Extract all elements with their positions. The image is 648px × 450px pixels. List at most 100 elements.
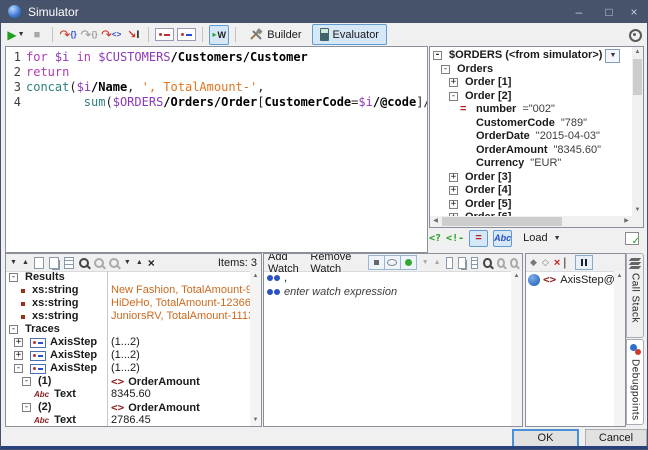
stop-button[interactable]: ■ (28, 26, 46, 44)
text-toggle-icon[interactable]: Abc (493, 230, 512, 247)
watch-scrollbar[interactable]: ▲ (511, 271, 522, 426)
expand-icon[interactable] (14, 351, 23, 360)
collapse-icon[interactable] (9, 273, 18, 282)
tree-row[interactable]: Order [3] (430, 171, 643, 185)
run-to-cursor-button[interactable]: ↘I (124, 26, 142, 44)
scrollbar-thumb[interactable] (442, 217, 562, 226)
collapse-icon[interactable] (22, 377, 31, 386)
collapse-icon[interactable] (9, 325, 18, 334)
debugpoints-scrollbar[interactable]: ▲ (614, 271, 625, 426)
scroll-down-icon[interactable]: ▼ (632, 205, 643, 216)
move-down-icon[interactable]: ▼ (422, 259, 429, 266)
result-row[interactable]: (2)OrderAmount (6, 401, 250, 414)
watch-row[interactable]: enter watch expression (264, 285, 511, 299)
result-row[interactable]: AxisStep(1...2) (6, 349, 250, 362)
collapse-icon[interactable] (22, 403, 31, 412)
clear-results-icon[interactable]: × (148, 258, 155, 268)
box-view-toggle-icon[interactable] (369, 256, 385, 269)
copy-all-icon[interactable] (458, 257, 466, 269)
validate-icon[interactable] (625, 232, 639, 245)
tree-row[interactable]: Currency"EUR" (430, 157, 643, 171)
collapse-icon[interactable] (441, 65, 450, 74)
result-row[interactable]: Results (6, 271, 250, 284)
expand-icon[interactable] (14, 338, 23, 347)
evaluator-button[interactable]: Evaluator (312, 24, 387, 45)
tree-row[interactable]: OrderAmount"8345.60" (430, 144, 643, 158)
next-result-icon[interactable]: ▼ (10, 259, 17, 266)
tree-row[interactable]: CustomerCode"789" (430, 117, 643, 131)
copy-table-icon[interactable] (64, 257, 74, 269)
expand-icon[interactable] (449, 78, 458, 87)
search-prev-icon[interactable] (510, 258, 518, 268)
builder-button[interactable]: Builder (242, 25, 308, 44)
pause-toggle-icon[interactable] (575, 255, 593, 270)
result-row[interactable]: AxisStep(1...2) (6, 362, 250, 375)
close-button[interactable]: × (619, 1, 648, 23)
move-down-icon[interactable]: ▼ (124, 259, 131, 266)
processing-instruction-toggle-icon[interactable]: <? (429, 233, 441, 244)
watch-row[interactable]: , (264, 271, 511, 285)
step-out-button[interactable]: ↷<> (101, 26, 121, 44)
tree-row[interactable]: Orders (430, 63, 643, 77)
xquery-editor[interactable]: 1for $i in $CUSTOMERS/Customers/Customer… (5, 46, 428, 253)
copy-icon[interactable] (446, 257, 454, 269)
tree-horizontal-scrollbar[interactable]: ◀ ▶ (430, 216, 632, 227)
result-row[interactable]: xs:stringJuniorsRV, TotalAmount-11132.05 (6, 310, 250, 323)
tree-row[interactable]: Order [4] (430, 184, 643, 198)
move-up-icon[interactable]: ▲ (434, 259, 441, 266)
run-button[interactable]: ▶▼ (7, 26, 25, 44)
show-execution-node-toggle[interactable]: ▸W (209, 25, 229, 45)
disable-all-debugpoints-icon[interactable]: ◇ (542, 257, 549, 268)
step-into-button[interactable]: ↷{} (59, 26, 77, 44)
titlebar[interactable]: Simulator – □ × (1, 1, 647, 23)
result-row[interactable]: (1)OrderAmount (6, 375, 250, 388)
scroll-up-icon[interactable]: ▲ (614, 271, 625, 282)
search-prev-icon[interactable] (109, 258, 119, 268)
load-dropdown-icon[interactable]: ▼ (554, 235, 561, 242)
tree-row[interactable]: Order [5] (430, 198, 643, 212)
scroll-left-icon[interactable]: ◀ (430, 216, 441, 227)
enable-all-debugpoints-icon[interactable]: ◆ (530, 257, 537, 268)
tab-debugpoints[interactable]: Debugpoints (626, 339, 644, 425)
dot-view-toggle-icon[interactable] (401, 256, 416, 269)
debugpoint-row[interactable]: AxisStep@4:56 (526, 272, 625, 287)
tree-row[interactable]: number="002" (430, 103, 643, 117)
scrollbar-thumb[interactable] (633, 59, 642, 95)
scroll-right-icon[interactable]: ▶ (621, 216, 632, 227)
scroll-up-icon[interactable]: ▲ (250, 271, 261, 282)
load-button[interactable]: Load (523, 232, 547, 244)
result-row[interactable]: xs:stringHiDeHo, TotalAmount-12366.88 (6, 297, 250, 310)
copy-table-icon[interactable] (471, 257, 479, 269)
search-icon[interactable] (483, 258, 491, 268)
source-combo-dropdown[interactable]: ▼ (605, 49, 620, 63)
result-row[interactable]: xs:stringNew Fashion, TotalAmount-9450.8… (6, 284, 250, 297)
result-row[interactable]: Traces (6, 323, 250, 336)
tab-call-stack[interactable]: Call Stack (626, 253, 644, 338)
collapse-icon[interactable] (449, 92, 458, 101)
result-row[interactable]: Text8345.60 (6, 388, 250, 401)
move-up-icon[interactable]: ▲ (136, 259, 143, 266)
expand-icon[interactable] (449, 186, 458, 195)
results-scrollbar[interactable]: ▲ ▼ (250, 271, 261, 426)
expand-icon[interactable] (449, 200, 458, 209)
oval-view-toggle-icon[interactable] (385, 256, 401, 269)
insert-breakpoint-button[interactable] (155, 26, 174, 44)
search-next-icon[interactable] (94, 258, 104, 268)
result-row[interactable]: AxisStep(1...2) (6, 336, 250, 349)
copy-all-icon[interactable] (49, 257, 59, 269)
expand-icon[interactable] (449, 173, 458, 182)
delete-debugpoint-icon[interactable]: ×❘ (554, 258, 570, 268)
collapse-icon[interactable] (14, 364, 23, 373)
search-icon[interactable] (79, 258, 89, 268)
orders-tree-root[interactable]: $ORDERS (<from simulator>) ▼ (430, 47, 643, 63)
tree-row[interactable]: Order [2] (430, 90, 643, 104)
collapse-icon[interactable] (433, 51, 442, 60)
minimize-button[interactable]: – (564, 1, 594, 23)
scroll-up-icon[interactable]: ▲ (632, 47, 643, 58)
gear-icon[interactable] (629, 29, 642, 42)
scroll-down-icon[interactable]: ▼ (250, 415, 261, 426)
search-next-icon[interactable] (497, 258, 505, 268)
attributes-toggle-icon[interactable]: = (469, 230, 488, 247)
copy-icon[interactable] (34, 257, 44, 269)
tree-row[interactable]: OrderDate"2015-04-03" (430, 130, 643, 144)
